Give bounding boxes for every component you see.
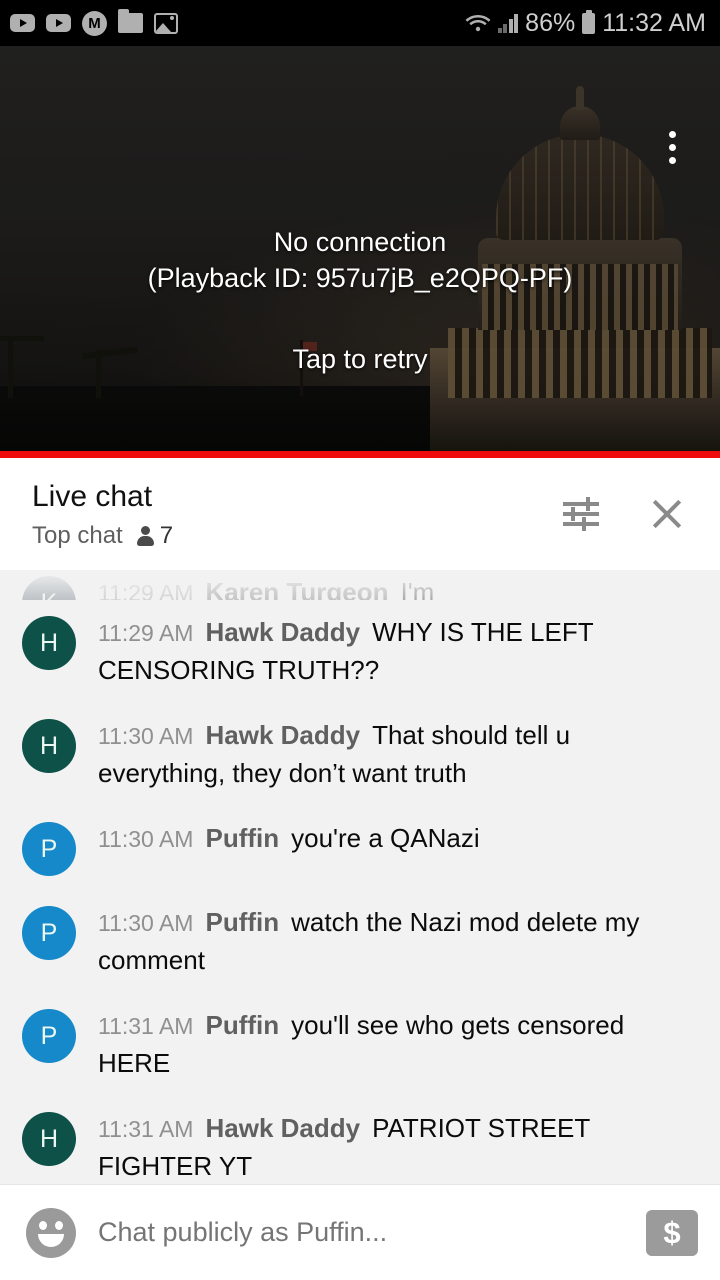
chat-settings-button[interactable] (554, 487, 608, 541)
chat-message-timestamp: 11:30 AM (98, 723, 194, 749)
super-chat-glyph: $ (663, 1215, 681, 1250)
avatar[interactable]: H (22, 616, 76, 670)
tune-icon (563, 497, 599, 531)
youtube-live-screen: M 86% 11:32 AM No connection (Playback I… (0, 0, 720, 1280)
avatar[interactable]: P (22, 1009, 76, 1063)
chat-input[interactable] (98, 1217, 646, 1248)
clock-label: 11:32 AM (602, 8, 706, 37)
folder-icon (118, 9, 143, 33)
video-player[interactable]: No connection (Playback ID: 957u7jB_e2QP… (0, 46, 720, 458)
live-chat-title: Live chat (32, 480, 153, 513)
player-error-message[interactable]: No connection (Playback ID: 957u7jB_e2QP… (0, 224, 720, 375)
youtube-icon (10, 14, 35, 32)
chat-input-bar: $ (0, 1184, 720, 1280)
m-circle-icon: M (82, 10, 107, 36)
chat-message-text: you're a QANazi (291, 823, 480, 853)
chat-message-body: 11:31 AM Puffin you'll see who gets censor… (98, 1007, 698, 1082)
chat-message-author[interactable]: Hawk Daddy (205, 720, 360, 750)
chat-mode-label[interactable]: Top chat (32, 522, 123, 550)
more-vert-icon[interactable] (650, 124, 694, 170)
chat-message[interactable]: P 11:30 AM Puffin watch the Nazi mod delete… (0, 890, 720, 993)
wifi-icon (465, 13, 491, 33)
chat-message-timestamp: 11:30 AM (98, 910, 194, 936)
live-chat-subtitle: Top chat 7 (32, 522, 554, 550)
youtube-icon (46, 14, 71, 32)
video-progress-fill (0, 451, 720, 458)
live-chat-actions (554, 487, 694, 541)
chat-message[interactable]: P 11:30 AM Puffin you're a QANazi (0, 806, 720, 890)
error-playback-id: (Playback ID: 957u7jB_e2QPQ-PF) (147, 263, 573, 293)
close-icon (650, 497, 684, 531)
image-icon (154, 12, 178, 34)
battery-icon (582, 9, 596, 34)
live-chat-header: Live chat Top chat 7 (0, 458, 720, 570)
close-chat-button[interactable] (640, 487, 694, 541)
error-title: No connection (273, 227, 447, 257)
chat-message[interactable]: H 11:29 AM Hawk Daddy WHY IS THE LEFT CENSO… (0, 600, 720, 703)
chat-message-timestamp: 11:30 AM (98, 826, 194, 852)
status-bar-system-icons: 86% 11:32 AM (465, 9, 706, 38)
chat-message-author[interactable]: Puffin (205, 907, 279, 937)
chat-message-body: 11:30 AM Hawk Daddy That should tell u eve… (98, 717, 698, 792)
battery-percent-label: 86% (525, 8, 576, 37)
tap-to-retry-label[interactable]: Tap to retry (0, 344, 720, 375)
cell-signal-icon (497, 13, 519, 33)
chat-message[interactable]: P 11:31 AM Puffin you'll see who gets censo… (0, 993, 720, 1096)
viewer-count-label: 7 (159, 522, 174, 549)
viewer-count: 7 (136, 522, 174, 550)
video-progress-bar[interactable] (0, 451, 720, 458)
super-chat-dollar-icon[interactable]: $ (646, 1209, 698, 1256)
avatar[interactable]: P (22, 822, 76, 876)
emoji-icon[interactable] (26, 1207, 76, 1258)
avatar[interactable]: P (22, 906, 76, 960)
chat-message-author[interactable]: Hawk Daddy (205, 1113, 360, 1143)
avatar[interactable]: H (22, 719, 76, 773)
status-bar-notification-icons: M (10, 9, 178, 36)
chat-message[interactable]: H 11:30 AM Hawk Daddy That should tell u ev… (0, 703, 720, 806)
chat-message-author[interactable]: Puffin (205, 1010, 279, 1040)
chat-messages-container: K11:29 AMKaren TurgeonI'mH11:29 AMHawk D… (0, 574, 720, 1184)
chat-message-timestamp: 11:31 AM (98, 1116, 194, 1142)
chat-message-body: 11:30 AM Puffin you're a QANazi (98, 820, 698, 858)
chat-message-timestamp: 11:29 AM (98, 620, 194, 646)
chat-message-timestamp: 11:31 AM (98, 1013, 194, 1039)
chat-message-author[interactable]: Puffin (205, 823, 279, 853)
status-bar: M 86% 11:32 AM (0, 0, 720, 46)
chat-message-body: 11:31 AM Hawk Daddy PATRIOT STREET FIGHTER… (98, 1110, 698, 1184)
live-chat-titles: Live chat Top chat 7 (32, 478, 554, 550)
chat-message-body: 11:29 AM Hawk Daddy WHY IS THE LEFT CENSOR… (98, 614, 698, 689)
chat-message-body: 11:30 AM Puffin watch the Nazi mod delete … (98, 904, 698, 979)
chat-list-top-fade (0, 570, 720, 604)
chat-message-list[interactable]: K11:29 AMKaren TurgeonI'mH11:29 AMHawk D… (0, 570, 720, 1184)
chat-message-author[interactable]: Hawk Daddy (205, 617, 360, 647)
chat-message[interactable]: H 11:31 AM Hawk Daddy PATRIOT STREET FIGHTE… (0, 1096, 720, 1184)
person-icon (136, 525, 154, 547)
avatar[interactable]: H (22, 1112, 76, 1166)
